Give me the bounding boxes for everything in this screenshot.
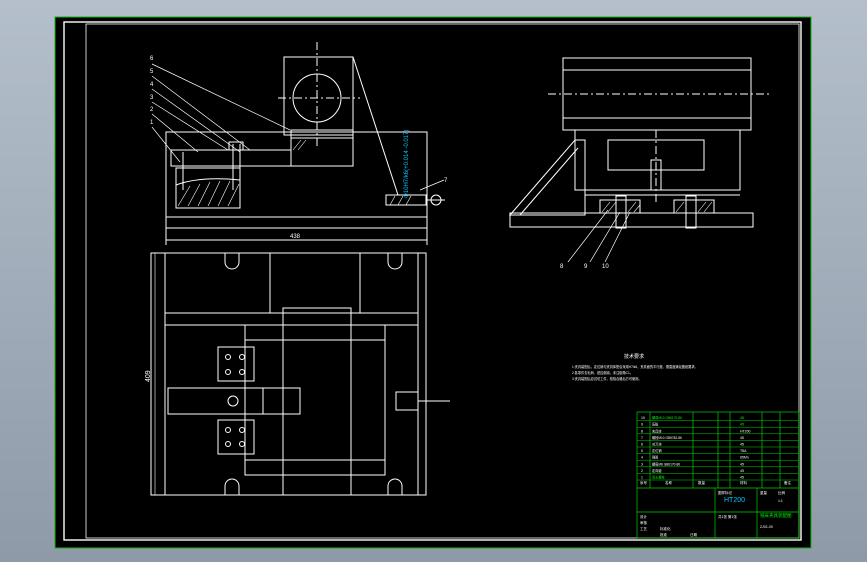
bom-item-name: 定位销 bbox=[652, 448, 662, 453]
bom-header-note: 备注 bbox=[784, 480, 792, 485]
drawing-name: 铣床夹具装配图 bbox=[760, 512, 792, 519]
bom-header-mat: 材料 bbox=[740, 480, 748, 485]
bom-item-number: 4 bbox=[641, 456, 643, 460]
label-design: 设计 bbox=[640, 514, 648, 519]
label-standard: 标准化 bbox=[660, 526, 671, 531]
bom-item-name: 定向键 bbox=[652, 468, 662, 473]
callout-10: 10 bbox=[602, 264, 609, 270]
bom-item-material: 45 bbox=[740, 443, 744, 447]
bom-item-number: 9 bbox=[641, 423, 643, 427]
drawing-number: ZJ01-00 bbox=[760, 525, 773, 529]
bom-header-no: 序号 bbox=[640, 480, 648, 485]
label-review: 审核 bbox=[640, 520, 648, 525]
bom-item-material: 45 bbox=[740, 462, 744, 466]
notes-line-3: 3.夹具装配后应试切工件，检验合格后方可使用。 bbox=[572, 376, 642, 381]
bom-item-name: 螺栓M10 GB5782-86 bbox=[652, 435, 682, 440]
bom-header-name: 名称 bbox=[665, 480, 673, 485]
label-scale: 比例 bbox=[778, 490, 786, 495]
bom-item-material: 45 bbox=[740, 423, 744, 427]
label-approve: 批准 bbox=[660, 532, 668, 537]
bom-item-number: 8 bbox=[641, 429, 643, 433]
bom-item-number: 3 bbox=[641, 462, 643, 466]
bom-item-name: 弹簧 bbox=[652, 455, 659, 460]
drawing-sheet[interactable]: 6 5 4 3 2 1 7 438 Φ10H7/k6(+0.014 -0.017… bbox=[0, 0, 867, 562]
bom-item-material: 45 bbox=[740, 469, 744, 473]
bom-item-material: 45 bbox=[740, 436, 744, 440]
sheet-number: 共1张 第1张 bbox=[718, 514, 737, 519]
label-process: 工艺 bbox=[640, 526, 648, 531]
sheet-background bbox=[54, 16, 812, 549]
notes-line-1: 1.夹具装配后，定位销与夹具体配合采用H7/k6，夹具面的平行度、垂直度满足图纸… bbox=[572, 364, 698, 369]
bom-item-name: 压板 bbox=[652, 422, 659, 427]
bom-item-name: 螺母M10 GB6170-86 bbox=[652, 415, 682, 420]
bom-item-number: 10 bbox=[641, 416, 645, 420]
material-label: HT200 bbox=[724, 497, 745, 504]
cad-viewport[interactable]: 6 5 4 3 2 1 7 438 Φ10H7/k6(+0.014 -0.017… bbox=[0, 0, 867, 562]
label-scale-value: 1:1 bbox=[778, 499, 783, 503]
bom-item-name: 双头螺柱 bbox=[652, 475, 666, 480]
bom-header-qty: 数量 bbox=[698, 480, 706, 485]
dimension-height: 409 bbox=[145, 370, 152, 382]
bom-item-material: 65Mn bbox=[740, 456, 749, 460]
bom-item-material: HT200 bbox=[740, 429, 751, 433]
label-weight: 重量 bbox=[760, 490, 768, 495]
label-mark: 图样标记 bbox=[718, 490, 732, 495]
bom-item-material: 45 bbox=[740, 416, 744, 420]
tolerance-annotation: Φ10H7/k6(+0.014 -0.017) bbox=[404, 130, 410, 198]
bom-item-number: 5 bbox=[641, 449, 643, 453]
bom-item-number: 1 bbox=[641, 476, 643, 480]
bom-item-name: 螺母M8 GB6170-86 bbox=[652, 461, 680, 466]
bom-item-number: 7 bbox=[641, 436, 643, 440]
bom-item-name: 对刀块 bbox=[652, 442, 662, 447]
bom-item-material: 45 bbox=[740, 476, 744, 480]
label-date: 日期 bbox=[690, 532, 698, 537]
dimension-width: 438 bbox=[290, 234, 301, 240]
bom-item-name: 夹具体 bbox=[652, 428, 662, 433]
bom-item-number: 2 bbox=[641, 469, 643, 473]
notes-title: 技术要求 bbox=[624, 353, 644, 360]
notes-line-2: 2.各零件去毛刺、锐边倒钝，未注倒角C1。 bbox=[572, 370, 633, 375]
bom-item-material: T8A bbox=[740, 449, 747, 453]
bom-item-number: 6 bbox=[641, 443, 643, 447]
